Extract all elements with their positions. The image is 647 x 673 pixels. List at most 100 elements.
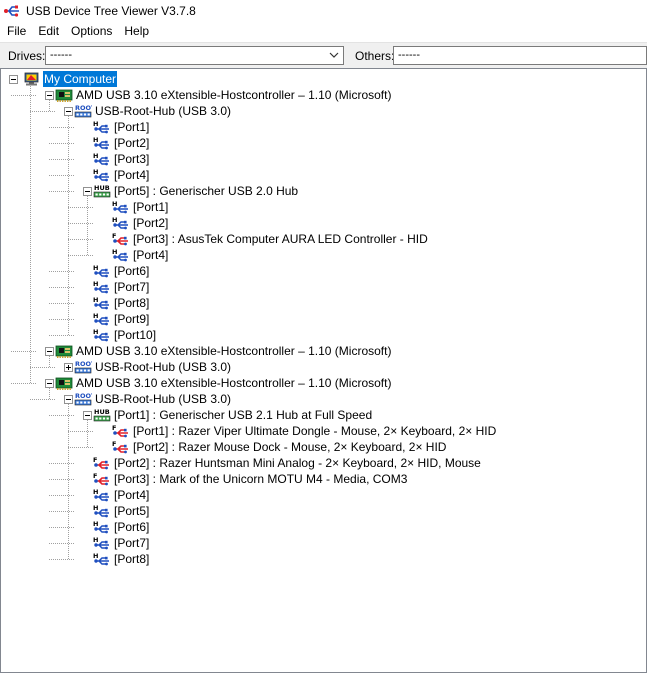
collapse-toggle[interactable]	[9, 75, 18, 84]
svg-text:H: H	[93, 536, 98, 544]
tree-item[interactable]: H [Port3]	[93, 151, 150, 167]
tree-item[interactable]: HUB [Port5] : Generischer USB 2.0 Hub	[93, 183, 299, 199]
tree-item-label: [Port2] : Razer Mouse Dock - Mouse, 2× K…	[133, 440, 447, 454]
tree-item[interactable]: H [Port5]	[93, 503, 150, 519]
tree-item[interactable]: H [Port6]	[93, 519, 150, 535]
svg-text:H: H	[93, 152, 98, 160]
collapse-toggle[interactable]	[64, 395, 73, 404]
tree-item[interactable]: ROOTUSB-Root-Hub (USB 3.0)	[74, 391, 232, 407]
tree-item[interactable]: H [Port7]	[93, 535, 150, 551]
usb-port-icon: H	[93, 328, 109, 342]
svg-text:H: H	[93, 280, 98, 288]
tree-item[interactable]: ROOTUSB-Root-Hub (USB 3.0)	[74, 359, 232, 375]
tree-item[interactable]: AMD USB 3.10 eXtensible-Hostcontroller –…	[55, 87, 392, 103]
collapse-toggle[interactable]	[83, 411, 92, 420]
menu-edit[interactable]: Edit	[32, 22, 65, 41]
collapse-toggle[interactable]	[45, 379, 54, 388]
tree-item[interactable]: H [Port7]	[93, 279, 150, 295]
root-hub-icon: ROOT	[74, 104, 92, 118]
tree-item[interactable]: ROOTUSB-Root-Hub (USB 3.0)	[74, 103, 232, 119]
tree-item[interactable]: F [Port3] : Mark of the Unicorn MOTU M4 -…	[93, 471, 408, 487]
usb-port-icon: H	[93, 296, 109, 310]
tree-connector	[49, 543, 74, 544]
usb-port-icon: H	[93, 264, 109, 278]
tree-connector	[49, 303, 74, 304]
tree-item[interactable]: H [Port1]	[112, 199, 169, 215]
tree-connector	[49, 175, 74, 176]
tree-item-label: [Port8]	[114, 552, 150, 566]
tree-connector	[49, 479, 74, 480]
tree-connector	[68, 239, 93, 240]
svg-text:F: F	[112, 232, 116, 240]
usb-port-icon: H	[93, 520, 109, 534]
tree-item[interactable]: H [Port8]	[93, 295, 150, 311]
tree-item[interactable]: F [Port1] : Razer Viper Ultimate Dongle -…	[112, 423, 497, 439]
tree-item[interactable]: My Computer	[23, 71, 118, 87]
tree-item[interactable]: H [Port10]	[93, 327, 157, 343]
collapse-toggle[interactable]	[64, 107, 73, 116]
tree-connector	[68, 255, 93, 256]
usb-port-icon: H	[93, 152, 109, 166]
tree-connector	[68, 404, 69, 559]
tree-item[interactable]: H [Port2]	[93, 135, 150, 151]
tree-item-label: [Port10]	[114, 328, 157, 342]
usb-app-icon	[4, 5, 19, 17]
tree-item-label: [Port3] : AsusTek Computer AURA LED Cont…	[133, 232, 428, 246]
tree-item-label: [Port4]	[114, 168, 150, 182]
usb-port-icon: H	[112, 248, 128, 262]
usb-port-icon: H	[93, 312, 109, 326]
tree-item[interactable]: H [Port1]	[93, 119, 150, 135]
usb-device-icon: F	[112, 424, 128, 438]
tree-connector	[49, 388, 50, 399]
svg-text:H: H	[93, 520, 98, 528]
svg-text:ROOT: ROOT	[75, 392, 92, 400]
tree-item-label: [Port6]	[114, 264, 150, 278]
tree-connector	[49, 271, 74, 272]
tree-connector	[11, 351, 36, 352]
collapse-toggle[interactable]	[83, 187, 92, 196]
tree-item[interactable]: H [Port4]	[93, 167, 150, 183]
tree-item[interactable]: H [Port8]	[93, 551, 150, 567]
tree-item[interactable]: F [Port3] : AsusTek Computer AURA LED Con…	[112, 231, 429, 247]
tree-item-label: [Port1]	[114, 120, 150, 134]
tree-item-label: My Computer	[43, 71, 118, 87]
others-dropdown[interactable]: ------	[393, 46, 647, 65]
tree-item-label: AMD USB 3.10 eXtensible-Hostcontroller –…	[76, 88, 392, 102]
device-tree[interactable]: My Computer AMD USB 3.10 eXtensible-Hostc…	[0, 68, 647, 673]
tree-item[interactable]: H [Port6]	[93, 263, 150, 279]
tree-item[interactable]: F [Port2] : Razer Mouse Dock - Mouse, 2× …	[112, 439, 447, 455]
tree-item[interactable]: AMD USB 3.10 eXtensible-Hostcontroller –…	[55, 343, 392, 359]
toolbar: Drives: ------ Others: ------	[0, 42, 647, 68]
menu-file[interactable]: File	[0, 22, 32, 41]
host-controller-icon	[55, 345, 73, 358]
usb-device-icon: F	[112, 440, 128, 454]
tree-connector	[49, 356, 50, 367]
tree-item[interactable]: AMD USB 3.10 eXtensible-Hostcontroller –…	[55, 375, 392, 391]
usb-port-icon: H	[93, 536, 109, 550]
tree-item[interactable]: HUB [Port1] : Generischer USB 2.1 Hub at …	[93, 407, 373, 423]
collapse-toggle[interactable]	[45, 347, 54, 356]
tree-item-label: USB-Root-Hub (USB 3.0)	[95, 392, 232, 406]
tree-item[interactable]: H [Port4]	[93, 487, 150, 503]
tree-item[interactable]: H [Port2]	[112, 215, 169, 231]
tree-connector	[68, 431, 93, 432]
tree-item-label: [Port7]	[114, 280, 150, 294]
tree-item-label: [Port9]	[114, 312, 150, 326]
tree-connector	[49, 415, 74, 416]
menu-help[interactable]: Help	[118, 22, 155, 41]
expand-toggle[interactable]	[64, 363, 73, 372]
tree-item[interactable]: H [Port9]	[93, 311, 150, 327]
tree-item-label: [Port3] : Mark of the Unicorn MOTU M4 - …	[114, 472, 408, 486]
tree-item-label: AMD USB 3.10 eXtensible-Hostcontroller –…	[76, 344, 392, 358]
root-hub-icon: ROOT	[74, 360, 92, 374]
drives-value: ------	[50, 49, 72, 61]
tree-connector	[49, 335, 74, 336]
tree-connector	[49, 159, 74, 160]
tree-item[interactable]: F [Port2] : Razer Huntsman Mini Analog - …	[93, 455, 482, 471]
collapse-toggle[interactable]	[45, 91, 54, 100]
menu-options[interactable]: Options	[65, 22, 118, 41]
tree-item-label: [Port1]	[133, 200, 169, 214]
drives-dropdown[interactable]: ------	[45, 46, 344, 65]
tree-item[interactable]: H [Port4]	[112, 247, 169, 263]
svg-text:H: H	[93, 488, 98, 496]
